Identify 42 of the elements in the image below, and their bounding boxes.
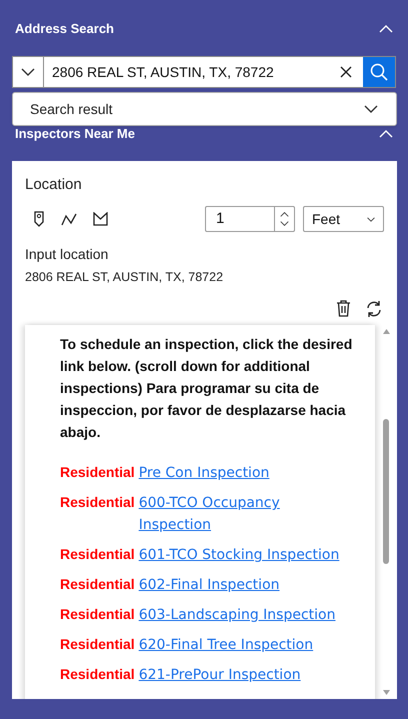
search-box[interactable]: 2806 REAL ST, AUSTIN, TX, 78722: [12, 56, 396, 88]
collapse-icon[interactable]: [379, 24, 393, 32]
panel-title: Inspectors Near Me: [15, 126, 135, 142]
instructions-text: To schedule an inspection, click the desired link below. (scroll down for additional inspections) Para programar su cita de inspeccion, por favor de desplazarse hacia abajo.: [60, 335, 354, 442]
scroll-up-icon[interactable]: [383, 329, 390, 334]
unit-select[interactable]: Feet: [303, 206, 384, 232]
scroll-down-icon[interactable]: [383, 690, 390, 695]
search-icon: [370, 63, 388, 81]
decrement-icon[interactable]: [280, 221, 289, 226]
category-label: Residential: [60, 493, 135, 512]
refresh-icon[interactable]: [365, 300, 383, 318]
distance-field[interactable]: 1: [205, 206, 295, 232]
polygon-icon[interactable]: [93, 212, 108, 226]
pin-icon[interactable]: [34, 211, 44, 227]
close-icon: [340, 66, 352, 78]
trash-icon[interactable]: [336, 300, 351, 317]
caret-icon[interactable]: [21, 68, 35, 76]
search-button[interactable]: [363, 57, 395, 87]
location-value: 2806 REAL ST, AUSTIN, TX, 78722: [25, 269, 224, 286]
inspection-link[interactable]: 620-Final Tree Inspection: [138, 634, 314, 656]
increment-icon[interactable]: [280, 212, 289, 217]
inspection-link[interactable]: 603-Landscaping Inspection: [138, 604, 336, 626]
category-label: Residential: [60, 605, 135, 624]
category-label: Residential: [60, 665, 135, 684]
inspection-link[interactable]: 602-Final Inspection: [138, 574, 280, 596]
caret-icon[interactable]: [367, 216, 375, 222]
section-label: Location: [25, 176, 83, 194]
inspection-link[interactable]: 601-TCO Stocking Inspection: [138, 544, 340, 566]
search-result-dropdown[interactable]: Search result: [12, 92, 397, 126]
polyline-icon[interactable]: [61, 212, 77, 226]
category-label: Residential: [60, 463, 135, 482]
caret-icon[interactable]: [364, 105, 378, 113]
panel-title: Address Search: [15, 20, 114, 38]
inspection-link[interactable]: Pre Con Inspection: [138, 462, 270, 484]
category-label: Residential: [60, 575, 135, 594]
inspection-link[interactable]: 600-TCO Occupancy Inspection: [138, 492, 345, 536]
field-label: Input location: [25, 245, 110, 263]
search-field[interactable]: 2806 REAL ST, AUSTIN, TX, 78722: [44, 57, 329, 87]
category-label: Residential: [60, 545, 135, 564]
collapse-icon[interactable]: [379, 130, 393, 138]
category-label: Residential: [60, 635, 135, 654]
inspection-link[interactable]: 621-PrePour Inspection: [138, 664, 301, 686]
